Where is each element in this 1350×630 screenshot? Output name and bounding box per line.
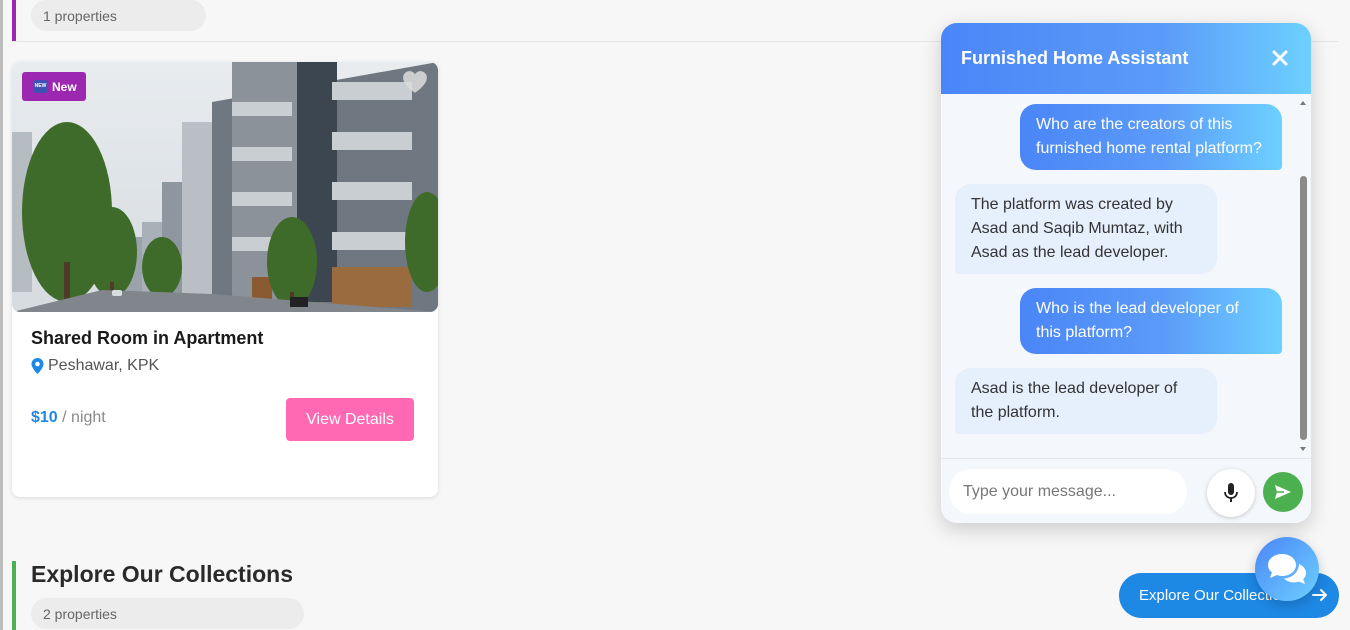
scroll-up-icon[interactable] [1297,98,1309,108]
location-pin-icon [31,358,44,374]
view-details-button[interactable]: View Details [286,398,414,441]
new-badge-label: New [52,79,77,94]
chat-widget[interactable]: Furnished Home Assistant Who are the cre… [941,23,1311,523]
property-card[interactable]: NEW New Shared Room in Apartment Peshawa… [12,62,438,497]
close-icon[interactable] [1271,49,1289,67]
price-amount: $10 [31,409,58,426]
chat-toggle-button[interactable] [1255,537,1319,601]
section-accent-bar-green [12,561,16,630]
send-button[interactable] [1263,472,1303,512]
chat-title: Furnished Home Assistant [961,48,1189,68]
scrollbar-thumb[interactable] [1300,176,1307,440]
property-price: $10 / night [31,409,106,427]
section-title: Explore Our Collections [31,561,293,587]
bot-message: Asad is the lead developer of the platfo… [955,368,1217,434]
price-unit: / night [62,409,106,426]
property-title[interactable]: Shared Room in Apartment [31,328,263,349]
section-accent-bar [12,0,16,42]
microphone-icon [1224,483,1238,502]
property-location: Peshawar, KPK [31,357,159,375]
send-icon [1275,485,1291,499]
chat-footer [941,458,1311,523]
new-badge: NEW New [22,72,86,101]
property-location-text: Peshawar, KPK [48,357,160,374]
heart-icon[interactable] [402,70,428,94]
bot-message: The platform was created by Asad and Saq… [955,184,1217,274]
chat-messages[interactable]: Who are the creators of this furnished h… [941,94,1311,458]
arrow-right-icon [1312,589,1327,601]
chat-scrollbar[interactable] [1297,94,1309,458]
user-message: Who is the lead developer of this platfo… [1020,288,1282,354]
collections-count-badge: 2 properties [31,598,304,629]
chat-header: Furnished Home Assistant [941,23,1311,94]
user-message: Who are the creators of this furnished h… [1020,104,1282,170]
new-badge-icon: NEW [34,80,47,93]
properties-count-badge: 1 properties [31,0,206,31]
property-image[interactable]: NEW New [12,62,438,312]
page-left-edge [0,0,3,630]
chat-message-input[interactable] [949,469,1187,514]
scroll-down-icon[interactable] [1297,444,1309,454]
voice-input-button[interactable] [1207,469,1255,517]
chat-bubbles-icon [1268,554,1306,584]
